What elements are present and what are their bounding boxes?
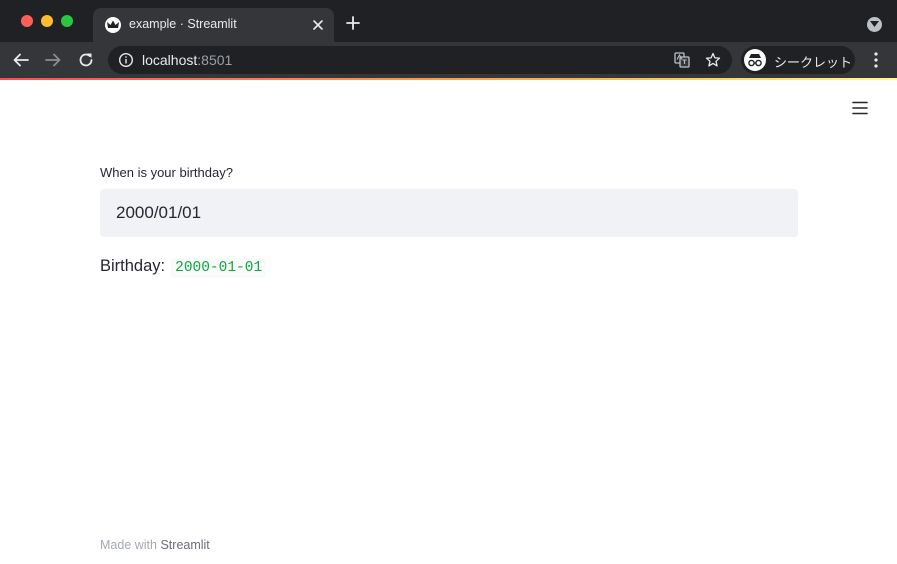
browser-tab[interactable]: example · Streamlit: [93, 8, 334, 42]
footer: Made with Streamlit: [100, 538, 210, 552]
streamlit-favicon-icon: [105, 17, 121, 33]
window-zoom-button[interactable]: [61, 15, 73, 27]
incognito-profile-button[interactable]: シークレット: [741, 46, 855, 74]
reload-icon[interactable]: [77, 51, 95, 69]
chevron-down-icon: [870, 21, 879, 27]
hamburger-menu-icon[interactable]: [851, 99, 869, 117]
birthday-output-label: Birthday:: [100, 257, 166, 275]
incognito-icon: [744, 49, 766, 71]
forward-icon[interactable]: [44, 51, 62, 69]
footer-prefix: Made with: [100, 538, 157, 552]
window-minimize-button[interactable]: [41, 15, 53, 27]
window-close-button[interactable]: [21, 15, 33, 27]
tab-title: example · Streamlit: [129, 17, 237, 31]
star-icon[interactable]: [705, 52, 721, 68]
more-icon[interactable]: [868, 51, 884, 69]
address-bar[interactable]: localhost:8501: [108, 46, 732, 74]
streamlit-decoration-bar: [0, 78, 897, 80]
url-host: localhost: [142, 52, 198, 68]
plus-icon[interactable]: [345, 15, 361, 31]
incognito-label: シークレット: [774, 55, 853, 70]
close-icon[interactable]: [310, 17, 326, 33]
info-icon[interactable]: [118, 52, 134, 68]
url-text[interactable]: localhost:8501: [142, 52, 232, 68]
back-icon[interactable]: [12, 51, 30, 69]
tab-search-button[interactable]: [867, 17, 882, 32]
date-input-label: When is your birthday?: [100, 165, 233, 180]
birthday-output: Birthday: 2000-01-01: [100, 257, 267, 278]
footer-streamlit-link[interactable]: Streamlit: [160, 538, 209, 552]
birthday-date-input[interactable]: [100, 189, 798, 237]
browser-toolbar: localhost:8501 シークレット: [0, 42, 897, 78]
birthday-output-value: 2000-01-01: [171, 258, 267, 278]
url-port: :8501: [197, 52, 233, 68]
browser-titlebar: example · Streamlit: [0, 0, 897, 42]
translate-icon[interactable]: [674, 52, 690, 68]
